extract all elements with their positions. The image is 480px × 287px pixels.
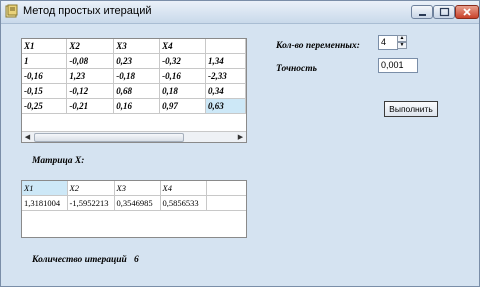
scroll-right-icon[interactable]: ▶ xyxy=(235,132,246,142)
grid-cell[interactable]: 1,3181004 xyxy=(22,195,68,211)
scroll-thumb[interactable] xyxy=(34,133,184,142)
grid-cell[interactable]: -0,08 xyxy=(66,53,115,69)
precision-label: Точность xyxy=(276,64,317,74)
minimize-button[interactable] xyxy=(411,5,433,19)
header-cell: X4 xyxy=(159,39,207,54)
result-header-row: X1 X2 X3 X4 xyxy=(22,181,246,196)
grid-cell[interactable]: -0,21 xyxy=(66,98,115,114)
grid-cell[interactable]: -0,25 xyxy=(22,98,68,114)
minimize-icon xyxy=(419,14,426,16)
empty-cell xyxy=(206,195,246,211)
header-cell: X3 xyxy=(113,39,161,54)
header-cell xyxy=(205,39,246,54)
precision-input[interactable]: 0,001 xyxy=(378,58,418,73)
grid-cell[interactable]: -0,16 xyxy=(22,68,68,84)
close-icon xyxy=(463,8,471,16)
horizontal-scrollbar[interactable]: ◀ ▶ xyxy=(22,131,246,142)
grid-cell[interactable]: -2,33 xyxy=(205,68,246,84)
grid-cell[interactable]: 0,34 xyxy=(205,83,246,99)
grid-cell[interactable]: -0,15 xyxy=(22,83,68,99)
header-cell: X3 xyxy=(114,181,161,196)
grid-cell[interactable]: 0,23 xyxy=(113,53,161,69)
variables-stepper[interactable]: ▲ ▼ xyxy=(397,35,407,50)
header-cell: X1 xyxy=(22,181,68,196)
scroll-left-icon[interactable]: ◀ xyxy=(22,132,33,142)
grid-cell[interactable]: 1,34 xyxy=(205,53,246,69)
matrix-grid[interactable]: X1 X2 X3 X4 1 -0,08 0,23 -0,32 1,34 -0,1… xyxy=(21,38,247,143)
title-bar: Метод простых итераций xyxy=(1,1,479,24)
spin-down-icon[interactable]: ▼ xyxy=(397,42,407,49)
grid-cell[interactable]: -0,32 xyxy=(159,53,207,69)
grid-cell[interactable]: -0,12 xyxy=(66,83,115,99)
header-cell: X2 xyxy=(66,39,115,54)
iterations-value: 6 xyxy=(134,255,139,265)
spin-up-icon[interactable]: ▲ xyxy=(397,35,407,42)
grid-cell[interactable]: 1 xyxy=(22,53,68,69)
grid-cell[interactable]: -1,5952213 xyxy=(67,195,115,211)
maximize-icon xyxy=(439,7,450,17)
grid-cell[interactable]: 0,68 xyxy=(113,83,161,99)
result-grid[interactable]: X1 X2 X3 X4 1,3181004 -1,5952213 0,35469… xyxy=(21,180,247,238)
grid-cell[interactable]: -0,18 xyxy=(113,68,161,84)
table-row[interactable]: 1 -0,08 0,23 -0,32 1,34 xyxy=(22,53,246,69)
run-button[interactable]: Выполнить xyxy=(384,101,438,117)
grid-cell[interactable]: 0,18 xyxy=(159,83,207,99)
variables-label: Кол-во переменных: xyxy=(276,41,360,51)
close-button[interactable] xyxy=(455,5,479,19)
window-title: Метод простых итераций xyxy=(23,5,152,17)
grid-cell[interactable]: 1,23 xyxy=(66,68,115,84)
table-row[interactable]: -0,15 -0,12 0,68 0,18 0,34 xyxy=(22,83,246,99)
maximize-button[interactable] xyxy=(433,5,455,19)
iterations-label: Количество итераций xyxy=(32,255,127,265)
selected-grid-cell[interactable]: 0,63 xyxy=(205,98,246,114)
matrix-header-row: X1 X2 X3 X4 xyxy=(22,39,246,54)
grid-cell[interactable]: -0,16 xyxy=(159,68,207,84)
table-row[interactable]: -0,25 -0,21 0,16 0,97 0,63 xyxy=(22,98,246,114)
grid-cell[interactable]: 0,5856533 xyxy=(160,195,207,211)
table-row[interactable]: 1,3181004 -1,5952213 0,3546985 0,5856533 xyxy=(22,195,246,211)
grid-cell[interactable]: 0,3546985 xyxy=(114,195,161,211)
app-icon xyxy=(5,4,19,18)
grid-cell[interactable]: 0,97 xyxy=(159,98,207,114)
empty-cell xyxy=(206,181,246,196)
header-cell: X2 xyxy=(67,181,115,196)
header-cell: X1 xyxy=(22,39,68,54)
table-row[interactable]: -0,16 1,23 -0,18 -0,16 -2,33 xyxy=(22,68,246,84)
result-label: Матрица X: xyxy=(32,156,85,166)
variables-input[interactable]: 4 xyxy=(378,35,398,50)
header-cell: X4 xyxy=(160,181,207,196)
grid-cell[interactable]: 0,16 xyxy=(113,98,161,114)
main-window: Метод простых итераций X1 X2 X3 X4 1 -0,… xyxy=(0,0,480,287)
